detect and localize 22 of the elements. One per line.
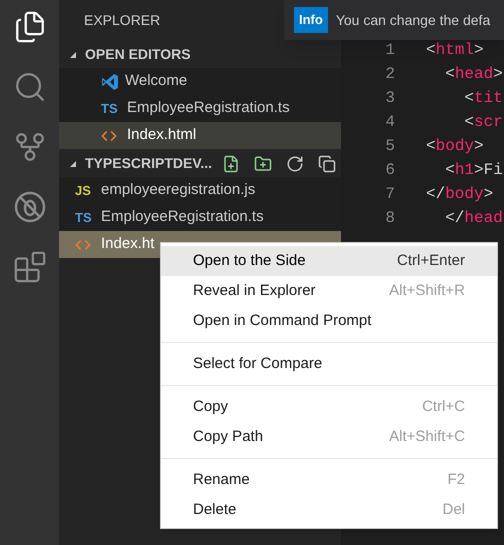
js-file-icon: JS [75,180,95,200]
code-line: <tit [463,88,503,109]
sidebar-title: EXPLORER [84,10,160,30]
code-line: <body> [426,136,484,157]
code-line: <h1>Fi [444,160,503,181]
line-number: 5 [384,136,395,157]
code-line: </head [444,208,503,229]
notification-message: You can change the defa [336,10,490,30]
line-number: 1 [384,40,395,61]
ts-file-icon: TS [101,98,121,118]
code-line: <head> [444,64,503,85]
line-number: 6 [384,160,395,181]
line-number: 2 [384,64,395,85]
code-line: <html> [426,40,484,61]
line-number: 4 [384,112,395,133]
ts-file-icon: TS [75,208,95,228]
line-number: 8 [384,208,395,229]
line-number: 7 [384,184,395,205]
code-line: <scr [463,112,503,133]
info-badge: Info [294,7,328,33]
code-line: </body> [426,184,494,205]
line-number: 3 [384,88,395,109]
